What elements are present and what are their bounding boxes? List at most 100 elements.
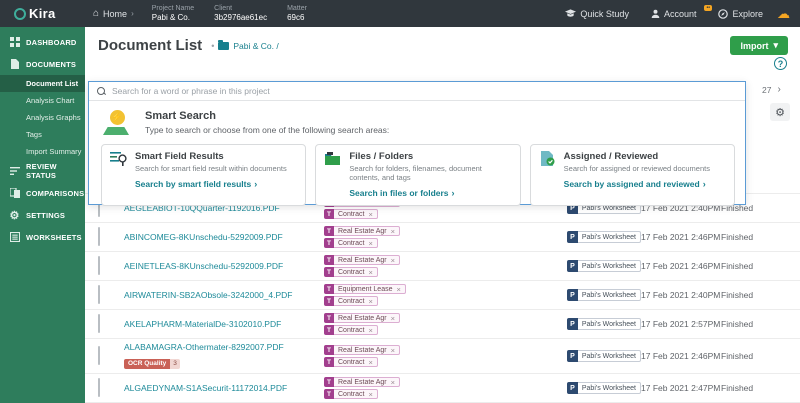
- card-description: Search for folders, filenames, document …: [349, 164, 511, 182]
- tag-remove-icon[interactable]: ×: [391, 346, 395, 355]
- search-by-smart-field-link[interactable]: Search by smart field results›: [135, 179, 297, 189]
- tag: TEquipment Lease×: [324, 284, 406, 294]
- card-smart-field-results[interactable]: Smart Field Results Search for smart fie…: [101, 144, 306, 206]
- worksheet-badge[interactable]: P Pabi's Worksheet: [567, 231, 641, 243]
- card-assigned-reviewed[interactable]: Assigned / Reviewed Search for assigned …: [530, 144, 735, 206]
- account-button[interactable]: Account: [643, 9, 705, 19]
- tag: TReal Estate Agr×: [324, 313, 400, 323]
- home-button[interactable]: ⌂ Home ›: [85, 8, 142, 19]
- card-description: Search for assigned or reviewed document…: [564, 164, 710, 173]
- smart-search-icon: ⚡: [103, 110, 131, 135]
- sidebar-label: REVIEW STATUS: [26, 162, 76, 180]
- sidebar: DASHBOARD DOCUMENTS Document List Analys…: [0, 27, 85, 403]
- tag-remove-icon[interactable]: ×: [368, 326, 372, 335]
- worksheet-badge[interactable]: P Pabi's Worksheet: [567, 318, 641, 330]
- card-files-folders[interactable]: Files / Folders Search for folders, file…: [315, 144, 520, 206]
- smart-search-title: Smart Search: [145, 110, 389, 122]
- tag-remove-icon[interactable]: ×: [368, 358, 372, 367]
- row-checkbox[interactable]: [98, 378, 100, 397]
- quick-study-label: Quick Study: [580, 9, 629, 19]
- tag-remove-icon[interactable]: ×: [368, 210, 372, 219]
- table-row: ALGAEDYNAM-S1ASecurit-11172014.PDF TReal…: [85, 374, 800, 403]
- tag-remove-icon[interactable]: ×: [368, 268, 372, 277]
- client-value: 3b2976ae61ec: [214, 13, 267, 22]
- tag-remove-icon[interactable]: ×: [368, 239, 372, 248]
- tag: TContract×: [324, 209, 378, 219]
- search-by-assigned-link[interactable]: Search by assigned and reviewed›: [564, 179, 726, 189]
- sidebar-item-worksheets[interactable]: WORKSHEETS: [0, 226, 85, 248]
- row-checkbox[interactable]: [98, 314, 100, 333]
- tag-remove-icon[interactable]: ×: [396, 285, 400, 294]
- review-status-icon: [9, 166, 20, 177]
- sidebar-item-analysis-graphs[interactable]: Analysis Graphs: [0, 109, 85, 126]
- sidebar-item-review-status[interactable]: REVIEW STATUS: [0, 160, 85, 182]
- row-status: Finished: [721, 383, 800, 393]
- matter-field: Matter 69c6: [277, 5, 317, 22]
- row-checkbox[interactable]: [98, 256, 100, 275]
- document-link[interactable]: AIRWATERIN-SB2AObsole-3242000_4.PDF: [124, 290, 324, 300]
- tag-label: Equipment Lease: [338, 286, 392, 293]
- help-button[interactable]: ?: [774, 57, 787, 70]
- row-date: 17 Feb 2021 2:46PM: [641, 232, 721, 242]
- sidebar-item-dashboard[interactable]: DASHBOARD: [0, 31, 85, 53]
- sidebar-item-import-summary[interactable]: Import Summary: [0, 143, 85, 160]
- quick-study-button[interactable]: Quick Study: [557, 9, 637, 19]
- tag-label: Contract: [338, 359, 364, 366]
- worksheet-label: Pabi's Worksheet: [578, 318, 641, 330]
- tag-remove-icon[interactable]: ×: [391, 378, 395, 387]
- caret-down-icon: ▾: [773, 40, 778, 51]
- document-link[interactable]: AEINETLEAS-8KUnschedu-5292009.PDF: [124, 261, 324, 271]
- sidebar-label: SETTINGS: [26, 211, 65, 220]
- tag-label: Real Estate Agr: [338, 379, 387, 386]
- sidebar-item-comparisons[interactable]: COMPARISONS: [0, 182, 85, 204]
- explore-label: Explore: [732, 9, 763, 19]
- worksheet-badge[interactable]: P Pabi's Worksheet: [567, 289, 641, 301]
- tag-list: TReal Estate Agr×TContract×: [324, 313, 567, 335]
- next-page-icon[interactable]: ›: [777, 84, 780, 95]
- table-settings-gear-icon[interactable]: ⚙: [770, 103, 790, 121]
- card-title: Files / Folders: [349, 151, 511, 162]
- tag-type-icon: T: [324, 325, 334, 335]
- document-link[interactable]: AKELAPHARM-MaterialDe-3102010.PDF: [124, 319, 324, 329]
- dashboard-icon: [9, 37, 20, 48]
- card-title: Assigned / Reviewed: [564, 151, 710, 162]
- smart-field-results-icon: [110, 151, 128, 167]
- explore-button[interactable]: •• Explore: [710, 9, 771, 19]
- sidebar-item-settings[interactable]: ⚙ SETTINGS: [0, 204, 85, 226]
- cloud-upload-icon[interactable]: ☁: [777, 7, 790, 20]
- breadcrumb[interactable]: • Pabi & Co. /: [211, 41, 279, 51]
- row-checkbox[interactable]: [98, 285, 100, 304]
- import-button[interactable]: Import ▾: [730, 36, 788, 55]
- tag-remove-icon[interactable]: ×: [368, 297, 372, 306]
- document-link[interactable]: ALABAMAGRA-Othermater-8292007.PDF: [124, 342, 324, 352]
- main-content: Document List • Pabi & Co. / Import ▾ ? …: [85, 27, 800, 403]
- client-label: Client: [214, 5, 267, 13]
- tag-remove-icon[interactable]: ×: [368, 390, 372, 399]
- tag-list: TReal Estate Agr×TContract×: [324, 255, 567, 277]
- document-table: TContract× P Pabi's Worksheet AEGLEABIOT…: [85, 178, 800, 403]
- tag-label: Real Estate Agr: [338, 257, 387, 264]
- kira-logo[interactable]: Kira: [0, 6, 85, 21]
- row-checkbox[interactable]: [98, 227, 100, 246]
- document-link[interactable]: ABINCOMEG-8KUnschedu-5292009.PDF: [124, 232, 324, 242]
- worksheet-badge[interactable]: P Pabi's Worksheet: [567, 350, 641, 362]
- tag-remove-icon[interactable]: ×: [391, 256, 395, 265]
- tag-type-icon: T: [324, 255, 334, 265]
- worksheet-badge[interactable]: P Pabi's Worksheet: [567, 382, 641, 394]
- search-in-files-link[interactable]: Search in files or folders›: [349, 188, 511, 198]
- chevron-right-icon: ›: [131, 9, 134, 18]
- sidebar-item-document-list[interactable]: Document List: [0, 75, 85, 92]
- notification-badge: ••: [704, 5, 712, 11]
- tag-remove-icon[interactable]: ×: [391, 314, 395, 323]
- worksheet-badge[interactable]: P Pabi's Worksheet: [567, 260, 641, 272]
- sidebar-item-documents[interactable]: DOCUMENTS: [0, 53, 85, 75]
- tag-type-icon: T: [324, 226, 334, 236]
- sidebar-item-tags[interactable]: Tags: [0, 126, 85, 143]
- worksheets-icon: [9, 232, 20, 243]
- sidebar-item-analysis-chart[interactable]: Analysis Chart: [0, 92, 85, 109]
- search-input[interactable]: [112, 86, 737, 96]
- tag-remove-icon[interactable]: ×: [391, 227, 395, 236]
- assigned-reviewed-icon: [539, 151, 557, 167]
- document-link[interactable]: ALGAEDYNAM-S1ASecurit-11172014.PDF: [124, 383, 324, 393]
- row-checkbox[interactable]: [98, 346, 100, 365]
